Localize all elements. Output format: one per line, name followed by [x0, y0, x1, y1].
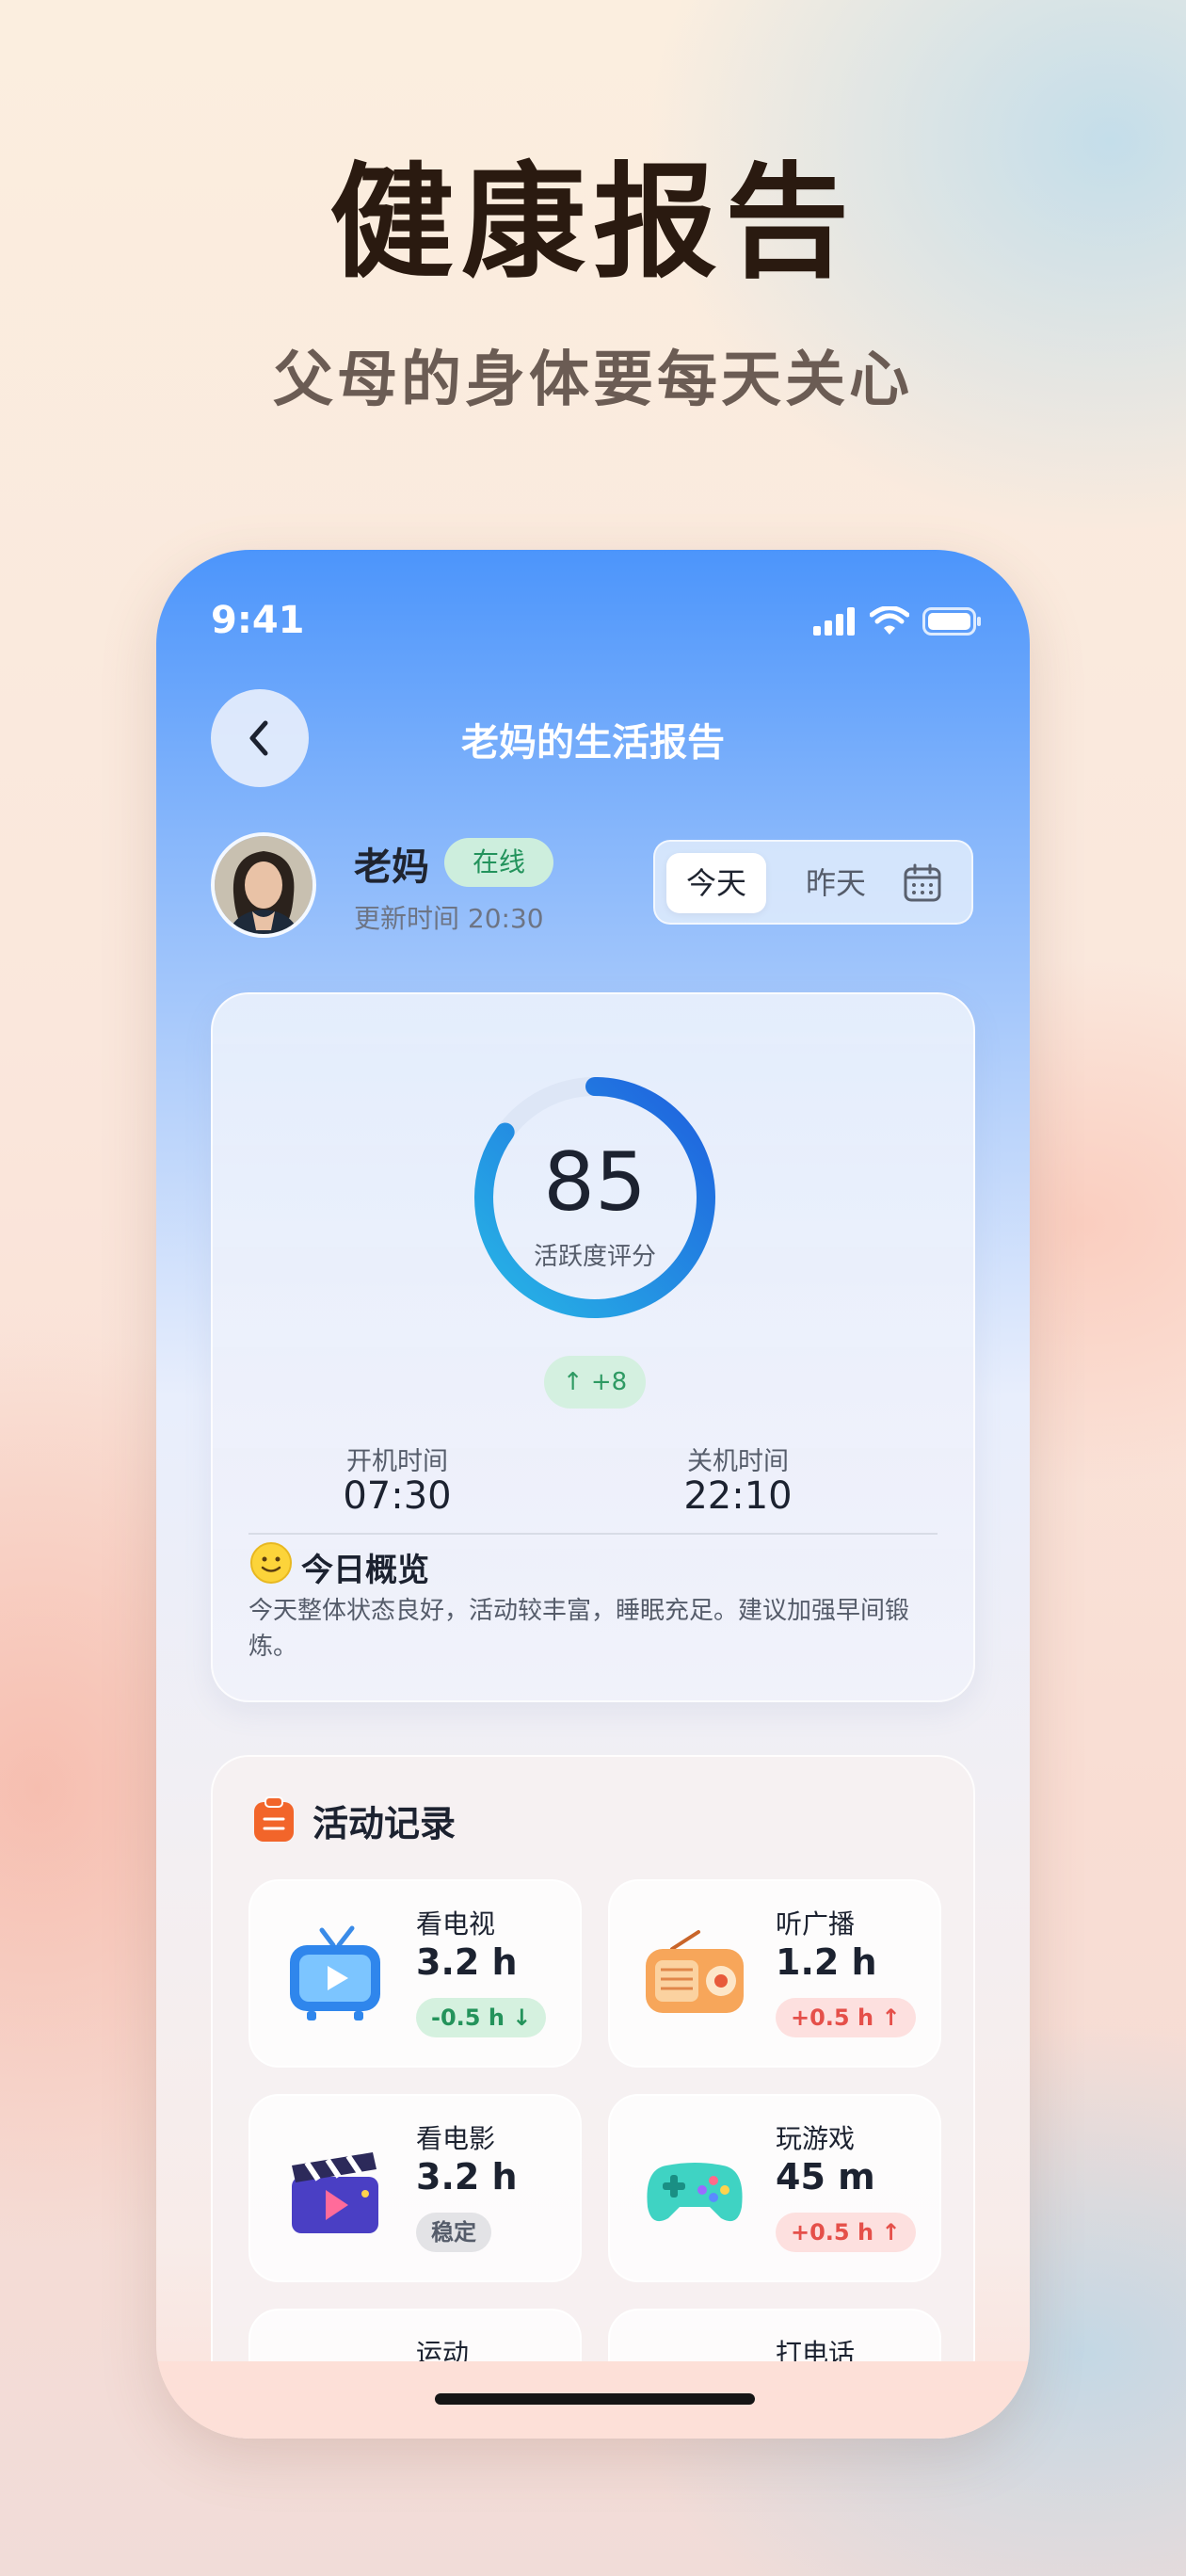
trend-badge-text: +0.5 h — [791, 2004, 874, 2031]
divider — [248, 1533, 938, 1535]
trend-badge: -0.5 h ↓ — [416, 1998, 547, 2037]
trend-badge: 稳定 — [416, 2213, 491, 2252]
activity-tile-game[interactable]: 玩游戏 45 m +0.5 h ↑ — [608, 2094, 941, 2282]
activity-name: 看电视 — [416, 1908, 496, 1940]
arrow-up-icon: ↑ — [562, 1368, 584, 1396]
smiley-face-icon — [250, 1542, 292, 1584]
score-value: 85 — [543, 1135, 647, 1230]
trend-badge: +0.5 h ↑ — [776, 2213, 916, 2252]
status-bar: 9:41 — [211, 599, 983, 655]
activity-tile-movie[interactable]: 看电影 3.2 h 稳定 — [248, 2094, 582, 2282]
user-name: 老妈 — [354, 845, 429, 889]
activity-tile-radio[interactable]: 听广播 1.2 h +0.5 h ↑ — [608, 1879, 941, 2068]
gamepad-icon — [647, 2163, 743, 2222]
power-off-label: 关机时间 — [687, 1447, 789, 1476]
activity-record-card: 活动记录 看电视 3.2 h -0.5 h ↓ 听广播 1.2 h +0.5 h… — [211, 1755, 975, 2439]
score-label: 活跃度评分 — [533, 1243, 656, 1271]
online-status-badge: 在线 — [444, 838, 553, 887]
clipboard-icon — [254, 1796, 294, 1842]
overview-title: 今日概览 — [301, 1552, 429, 1589]
date-selector: 今天 昨天 — [653, 840, 973, 925]
status-icons — [813, 606, 983, 636]
calendar-button[interactable] — [902, 862, 943, 904]
activity-value: 3.2 h — [416, 1941, 518, 1983]
activity-value: 45 m — [776, 2156, 875, 2198]
movie-clapper-icon — [292, 2152, 378, 2233]
phone-screen: 9:41 老妈的生活报告 老妈 在线 更新时间 20:30 今天 昨天 85 活… — [156, 550, 1030, 2439]
arrow-up-icon: ↑ — [881, 2219, 901, 2246]
activity-value: 1.2 h — [776, 1941, 877, 1983]
trend-badge-text: +0.5 h — [791, 2219, 874, 2246]
tab-today[interactable]: 今天 — [666, 853, 766, 913]
power-on-label: 开机时间 — [346, 1447, 448, 1476]
update-time: 更新时间 20:30 — [354, 903, 544, 934]
promo-headline: 健康报告 — [329, 151, 857, 296]
cellular-signal-icon — [813, 607, 855, 636]
promo-subheadline: 父母的身体要每天关心 — [273, 346, 913, 415]
overview-text: 今天整体状态良好，活动较丰富，睡眠充足。建议加强早间锻炼。 — [248, 1597, 910, 1661]
power-on-value: 07:30 — [343, 1474, 452, 1518]
score-delta-badge: ↑ +8 — [544, 1356, 646, 1409]
tv-icon — [290, 1925, 380, 2021]
activity-name: 看电影 — [416, 2123, 496, 2154]
activity-tile-tv[interactable]: 看电视 3.2 h -0.5 h ↓ — [248, 1879, 582, 2068]
avatar[interactable] — [211, 832, 316, 938]
activity-title: 活动记录 — [313, 1803, 457, 1844]
power-off-value: 22:10 — [683, 1474, 793, 1518]
page-title: 老妈的生活报告 — [461, 721, 725, 765]
wifi-icon — [870, 606, 909, 635]
radio-icon — [646, 1930, 744, 2013]
battery-icon — [922, 607, 981, 636]
activity-value: 3.2 h — [416, 2156, 518, 2198]
calendar-icon — [904, 863, 941, 902]
activity-score-card: 85 活跃度评分 ↑ +8 开机时间 07:30 关机时间 22:10 今日概览… — [211, 992, 975, 1702]
arrow-up-icon: ↑ — [881, 2004, 901, 2031]
trend-badge-text: -0.5 h — [431, 2004, 505, 2031]
status-time: 9:41 — [211, 599, 305, 642]
tab-yesterday[interactable]: 昨天 — [789, 853, 883, 913]
home-indicator[interactable] — [435, 2393, 755, 2405]
score-delta-value: +8 — [590, 1368, 628, 1396]
arrow-down-icon: ↓ — [512, 2004, 532, 2031]
activity-name: 听广播 — [776, 1908, 856, 1940]
activity-name: 玩游戏 — [776, 2123, 856, 2154]
trend-badge: +0.5 h ↑ — [776, 1998, 916, 2037]
